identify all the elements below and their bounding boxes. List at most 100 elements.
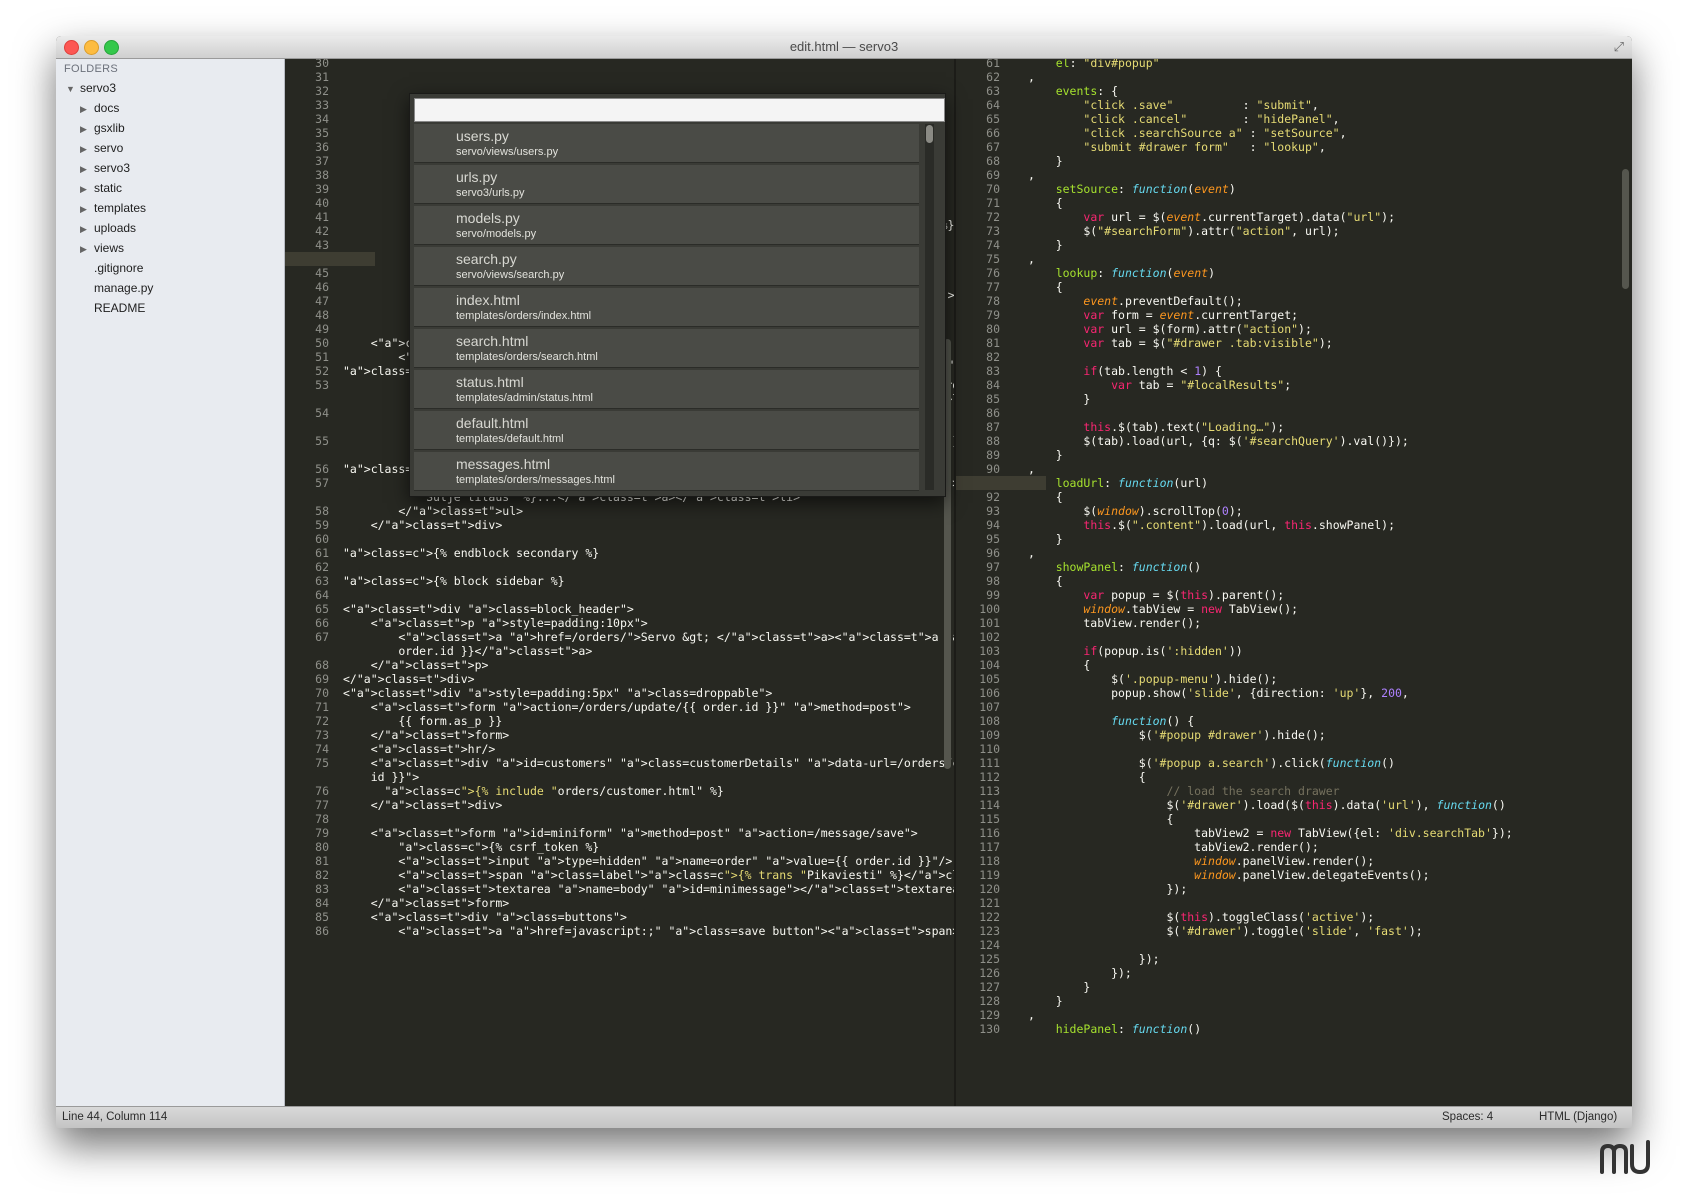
code-line[interactable]: "submit #drawer form" : "lookup", [1028, 140, 1325, 154]
code-line[interactable]: , [1028, 1008, 1035, 1022]
code-line[interactable]: } [1028, 448, 1063, 462]
code-line[interactable]: <"a">class=t">div "a">class=block_header… [343, 602, 634, 616]
code-line[interactable]: "click .searchSource a" : "setSource", [1028, 126, 1346, 140]
code-line[interactable]: order.id }}</"a">class=t">a> [343, 644, 592, 658]
code-line[interactable]: hidePanel: function() [1028, 1022, 1201, 1036]
sidebar-folder-item[interactable]: ▶ views [80, 239, 124, 257]
code-line[interactable]: { [1028, 812, 1173, 826]
code-line[interactable]: "click .cancel" : "hidePanel", [1028, 112, 1339, 126]
code-line[interactable]: </"a">class=t">div> [343, 798, 503, 812]
code-line[interactable]: {{ form.as_p }} [343, 714, 502, 728]
code-line[interactable]: // load the search drawer [1028, 784, 1339, 798]
code-line[interactable]: var tab = $("#drawer .tab:visible"); [1028, 336, 1332, 350]
disclosure-closed-icon[interactable]: ▶ [80, 180, 87, 198]
code-line[interactable]: tabView2.render(); [1028, 840, 1319, 854]
sidebar-folder-item[interactable]: ▶ templates [80, 199, 146, 217]
code-line[interactable]: $(tab).load(url, {q: $('#searchQuery').v… [1028, 434, 1408, 448]
code-line[interactable]: this.$(".content").load(url, this.showPa… [1028, 518, 1395, 532]
code-line[interactable]: window.panelView.delegateEvents(); [1028, 868, 1429, 882]
goto-result-item[interactable]: models.py servo/models.py [414, 206, 919, 245]
sidebar-folder-item[interactable]: ▶ static [80, 179, 122, 197]
right-scrollbar[interactable] [1622, 169, 1629, 289]
goto-anything-input[interactable] [414, 98, 945, 122]
code-line[interactable]: $(window).scrollTop(0); [1028, 504, 1242, 518]
code-line[interactable]: }); [1028, 882, 1187, 896]
indentation-setting[interactable]: Spaces: 4 [1442, 1111, 1493, 1123]
code-line[interactable]: <"a">class=t">div "a">class=buttons"> [343, 910, 627, 924]
code-line[interactable]: <"a">class=t">a "a">href=/orders/">Servo… [343, 630, 954, 644]
code-line[interactable]: { [1028, 574, 1063, 588]
code-line[interactable]: $(this).toggleClass('active'); [1028, 910, 1374, 924]
code-line[interactable]: var form = event.currentTarget; [1028, 308, 1298, 322]
code-line[interactable]: { [1028, 196, 1063, 210]
code-line[interactable]: var popup = $(this).parent(); [1028, 588, 1284, 602]
code-line[interactable]: </"a">class=t">ul> [343, 504, 523, 518]
code-line[interactable]: $('#popup a.search').click(function() [1028, 756, 1395, 770]
code-line[interactable]: $('#drawer').load($(this).data('url'), f… [1028, 798, 1505, 812]
code-line[interactable]: } [1028, 994, 1063, 1008]
code-line[interactable]: </"a">class=t">div> [343, 672, 475, 686]
code-line[interactable]: if(tab.length < 1) { [1028, 364, 1222, 378]
code-line[interactable]: } [1028, 392, 1090, 406]
goto-result-item[interactable]: messages.html templates/orders/messages.h… [414, 452, 919, 491]
code-line[interactable]: lookup: function(event) [1028, 266, 1215, 280]
code-line[interactable]: setSource: function(event) [1028, 182, 1236, 196]
syntax-selector[interactable]: HTML (Django) [1539, 1111, 1617, 1123]
code-line[interactable]: $("#searchForm").attr("action", url); [1028, 224, 1339, 238]
code-line[interactable]: "a">class=c">{% endblock secondary %} [343, 546, 599, 560]
goto-result-item[interactable]: search.html templates/orders/search.html [414, 329, 919, 368]
code-line[interactable]: <"a">class=t">div "a">id=customers" "a">… [343, 756, 954, 770]
code-line[interactable]: } [1028, 238, 1063, 252]
code-line[interactable]: popup.show('slide', {direction: 'up'}, 2… [1028, 686, 1409, 700]
code-line[interactable]: , [1028, 70, 1035, 84]
sidebar-file-item[interactable]: README [94, 299, 145, 317]
code-line[interactable]: this.$(tab).text("Loading…"); [1028, 420, 1284, 434]
code-line[interactable]: tabView.render(); [1028, 616, 1201, 630]
goto-result-item[interactable]: index.html templates/orders/index.html [414, 288, 919, 327]
code-line[interactable]: event.preventDefault(); [1028, 294, 1242, 308]
code-line[interactable]: loadUrl: function(url) [1028, 476, 1208, 490]
goto-result-item[interactable]: default.html templates/default.html [414, 411, 919, 450]
disclosure-closed-icon[interactable]: ▶ [80, 120, 87, 138]
disclosure-open-icon[interactable]: ▼ [66, 80, 75, 98]
disclosure-closed-icon[interactable]: ▶ [80, 100, 87, 118]
sidebar-file-item[interactable]: manage.py [94, 279, 153, 297]
disclosure-closed-icon[interactable]: ▶ [80, 200, 87, 218]
code-line[interactable]: "a">class=c">{% include "orders/customer… [343, 784, 724, 798]
code-line[interactable]: }); [1028, 966, 1132, 980]
code-line[interactable]: , [1028, 252, 1035, 266]
code-line[interactable]: window.tabView = new TabView(); [1028, 602, 1298, 616]
code-line[interactable]: , [1028, 168, 1035, 182]
code-line[interactable]: id }}"> [343, 770, 419, 784]
code-line[interactable]: var url = $(form).attr("action"); [1028, 322, 1312, 336]
code-line[interactable]: "click .save" : "submit", [1028, 98, 1318, 112]
code-line[interactable]: } [1028, 532, 1063, 546]
code-line[interactable]: </"a">class=t">div> [343, 518, 503, 532]
disclosure-closed-icon[interactable]: ▶ [80, 240, 87, 258]
sidebar-folder-item[interactable]: ▶ uploads [80, 219, 136, 237]
code-line[interactable]: } [1028, 154, 1063, 168]
goto-result-item[interactable]: search.py servo/views/search.py [414, 247, 919, 286]
disclosure-closed-icon[interactable]: ▶ [80, 160, 87, 178]
code-line[interactable]: }); [1028, 952, 1160, 966]
goto-scrollbar[interactable] [925, 124, 934, 490]
code-line[interactable]: function() { [1028, 714, 1194, 728]
code-line[interactable]: "a">class=c">{% csrf_token %} [343, 840, 599, 854]
code-line[interactable]: <"a">class=t">a "a">href=javascript:;" "… [343, 924, 954, 938]
code-line[interactable]: window.panelView.render(); [1028, 854, 1374, 868]
goto-result-item[interactable]: status.html templates/admin/status.html [414, 370, 919, 409]
sidebar-folder-item[interactable]: ▶ servo3 [80, 159, 130, 177]
disclosure-closed-icon[interactable]: ▶ [80, 220, 87, 238]
code-line[interactable]: { [1028, 658, 1090, 672]
right-editor-pane[interactable]: 61 62 63 64 65 66 67 68 69 70 71 72 73 74 75 76 77 78 79 80… [956, 59, 1632, 1106]
sidebar-folder-item[interactable]: ▶ docs [80, 99, 119, 117]
code-line[interactable]: , [1028, 546, 1035, 560]
code-line[interactable]: <"a">class=t">form "a">action=/orders/up… [343, 700, 911, 714]
code-line[interactable]: $('#drawer').toggle('slide', 'fast'); [1028, 924, 1422, 938]
disclosure-closed-icon[interactable]: ▶ [80, 140, 87, 158]
code-line[interactable]: { [1028, 280, 1063, 294]
code-line[interactable]: <"a">class=t">textarea "a">name=body" "a… [343, 882, 954, 896]
code-line[interactable]: "a">class=c">{% block sidebar %} [343, 574, 565, 588]
sidebar-file-item[interactable]: .gitignore [94, 259, 143, 277]
code-line[interactable]: <"a">class=t">div "a">style=padding:5px"… [343, 686, 772, 700]
